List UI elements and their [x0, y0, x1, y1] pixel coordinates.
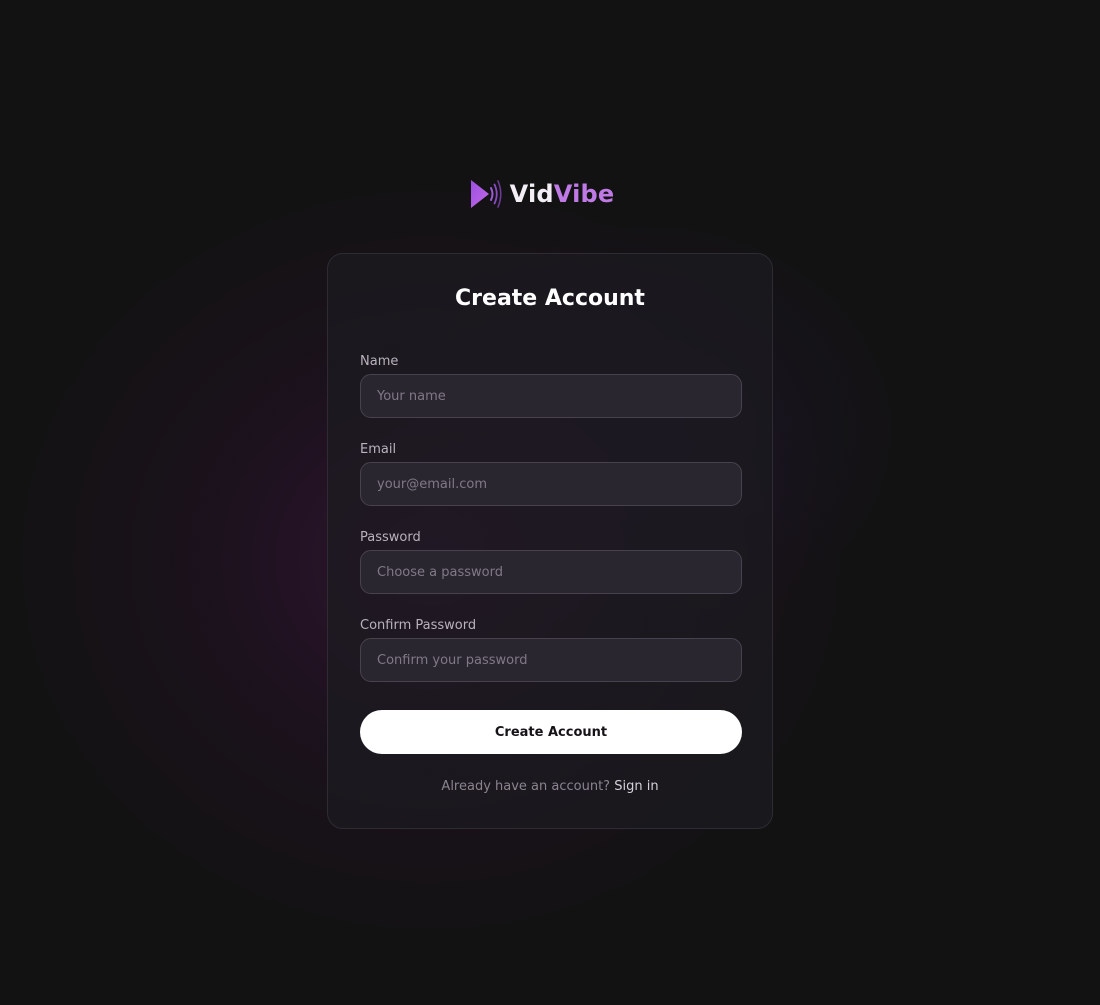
confirm-password-input[interactable]	[360, 638, 742, 682]
email-input[interactable]	[360, 462, 742, 506]
password-label: Password	[360, 530, 421, 545]
brand-name: VidVibe	[510, 180, 615, 208]
name-label: Name	[360, 354, 399, 369]
brand-logo: VidVibe	[0, 176, 1091, 212]
brand-name-part1: Vid	[509, 180, 554, 208]
password-input[interactable]	[360, 550, 742, 594]
email-label: Email	[360, 442, 397, 457]
create-account-button[interactable]: Create Account	[360, 710, 742, 754]
play-sound-icon	[470, 180, 502, 208]
signup-card: Create Account Name Email Password Confi…	[327, 253, 773, 829]
page-title: Create Account	[455, 286, 645, 311]
brand-name-part2: Vibe	[553, 180, 615, 208]
signin-link[interactable]: Sign in	[614, 779, 658, 794]
name-input[interactable]	[360, 374, 742, 418]
signin-prompt: Already have an account?	[441, 779, 611, 794]
signin-row: Already have an account? Sign in	[328, 779, 772, 794]
confirm-password-label: Confirm Password	[360, 618, 477, 633]
